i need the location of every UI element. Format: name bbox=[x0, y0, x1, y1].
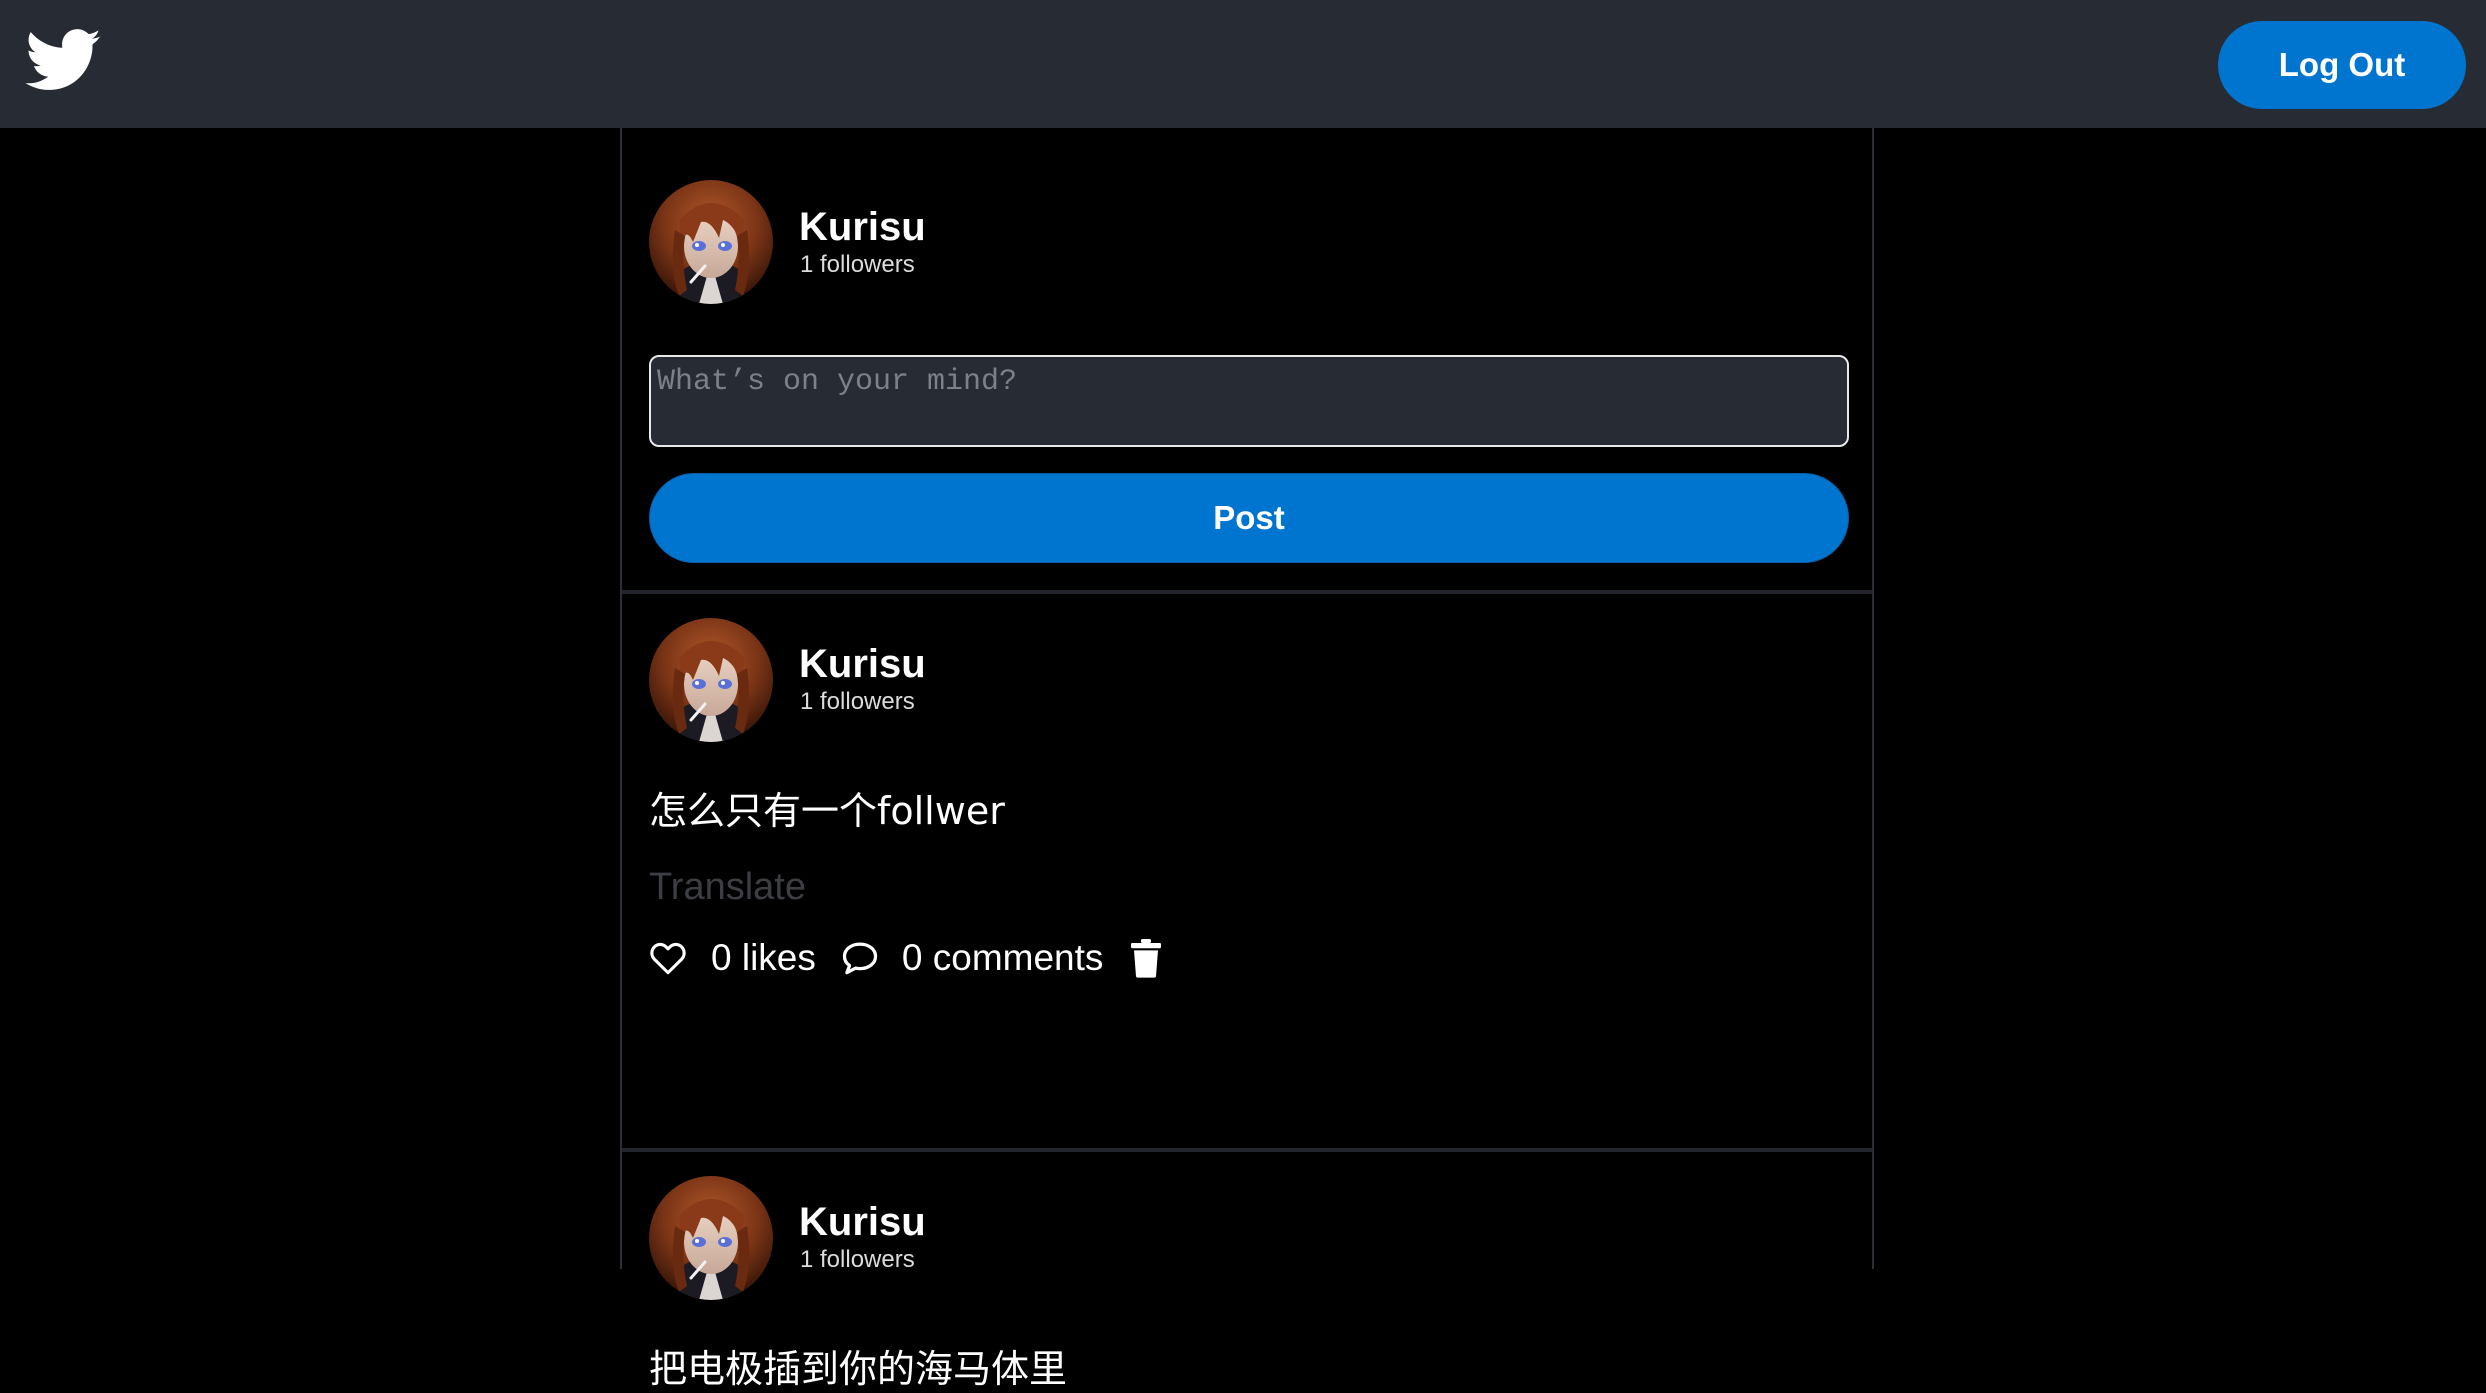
top-bar: Log Out bbox=[0, 0, 2486, 128]
trash-icon[interactable] bbox=[1129, 938, 1163, 978]
post-card: Kurisu 1 followers 怎么只有一个follwer Transla… bbox=[622, 594, 1872, 1152]
comment-icon[interactable] bbox=[840, 940, 880, 976]
compose-input[interactable] bbox=[649, 355, 1849, 447]
avatar[interactable] bbox=[649, 618, 773, 742]
logout-button[interactable]: Log Out bbox=[2218, 21, 2466, 109]
avatar[interactable] bbox=[649, 180, 773, 304]
follower-count: 1 followers bbox=[800, 1246, 915, 1273]
composer: Kurisu 1 followers Post bbox=[622, 128, 1872, 590]
twitter-bird-icon[interactable] bbox=[26, 28, 102, 98]
post-actions: 0 likes 0 comments bbox=[649, 933, 1163, 983]
like-count[interactable]: 0 likes bbox=[711, 937, 816, 979]
avatar[interactable] bbox=[649, 1176, 773, 1300]
post-button[interactable]: Post bbox=[649, 473, 1849, 563]
follower-count: 1 followers bbox=[800, 251, 915, 278]
user-name[interactable]: Kurisu bbox=[799, 1200, 926, 1245]
post-text: 怎么只有一个follwer bbox=[649, 789, 1005, 833]
translate-link[interactable]: Translate bbox=[649, 866, 806, 909]
post-text: 把电极插到你的海马体里 bbox=[649, 1347, 1068, 1391]
avatar-image bbox=[649, 1176, 773, 1300]
user-name[interactable]: Kurisu bbox=[799, 205, 926, 250]
heart-icon[interactable] bbox=[649, 941, 687, 975]
avatar-image bbox=[649, 618, 773, 742]
avatar-image bbox=[649, 180, 773, 304]
feed-column: Kurisu 1 followers Post Kurisu 1 followe… bbox=[620, 128, 1874, 1391]
post-card: Kurisu 1 followers bbox=[622, 1152, 1872, 1269]
follower-count: 1 followers bbox=[800, 688, 915, 715]
comment-count[interactable]: 0 comments bbox=[902, 937, 1104, 979]
user-name[interactable]: Kurisu bbox=[799, 642, 926, 687]
